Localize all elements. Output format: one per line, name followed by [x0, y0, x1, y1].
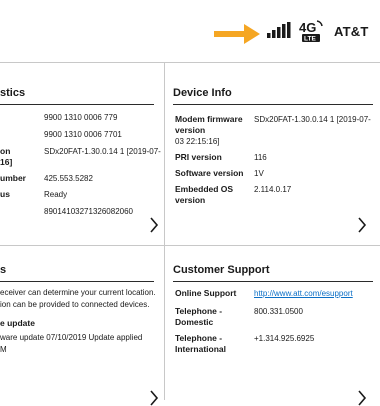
- divider: [0, 245, 380, 246]
- field-label: Modem firmware: [175, 114, 243, 124]
- card-rule: [173, 281, 373, 282]
- chevron-right-icon[interactable]: [357, 217, 367, 233]
- field-value: 89014103271326082060: [44, 207, 133, 216]
- card-title: stics: [0, 87, 26, 99]
- field-label: Telephone -: [175, 333, 223, 343]
- field-label: umber: [0, 173, 26, 183]
- card-rule: [173, 104, 373, 105]
- field-value: 2.114.0.17: [254, 185, 292, 194]
- field-label: Embedded OS: [175, 184, 234, 194]
- divider: [0, 62, 380, 63]
- card-title: Device Info: [173, 87, 232, 99]
- carrier-name: AT&T: [334, 24, 369, 39]
- chevron-right-icon[interactable]: [149, 390, 159, 406]
- field-label: International: [175, 344, 227, 354]
- card-title: Customer Support: [173, 264, 270, 276]
- field-value: 116: [254, 153, 267, 162]
- phone-international: +1.314.925.6925: [254, 334, 315, 343]
- field-label: 16]: [0, 157, 13, 167]
- field-label: on: [0, 146, 11, 156]
- network-badge-bottom: LTE: [304, 36, 316, 43]
- card-rule: [0, 104, 154, 105]
- body-text: ion can be provided to connected devices…: [0, 300, 150, 309]
- chevron-right-icon[interactable]: [357, 390, 367, 406]
- field-value: 03 22:15:16]: [175, 137, 220, 146]
- field-label: Online Support: [175, 288, 237, 298]
- card-rule: [0, 281, 154, 282]
- body-text: ware update 07/10/2019 Update applied: [0, 333, 143, 342]
- field-label: us: [0, 189, 10, 199]
- arrow-right-icon: [214, 24, 260, 44]
- card-title: s: [0, 264, 7, 276]
- field-label: version: [175, 125, 206, 135]
- support-link[interactable]: http://www.att.com/esupport: [254, 288, 353, 299]
- body-text: eceiver can determine your current locat…: [0, 288, 156, 297]
- field-label: Domestic: [175, 317, 214, 327]
- section-heading: e update: [0, 318, 35, 328]
- field-value: SDx20FAT-1.30.0.14 1 [2019-07-: [44, 147, 161, 156]
- status-header: 4G LTE AT&T: [0, 0, 380, 62]
- field-value: 9900 1310 0006 779: [44, 113, 118, 122]
- body-text: M: [0, 345, 7, 354]
- field-value: SDx20FAT-1.30.0.14 1 [2019-07-: [254, 115, 371, 124]
- network-badge-top: 4G: [299, 20, 316, 35]
- divider: [164, 63, 165, 400]
- chevron-right-icon[interactable]: [149, 217, 159, 233]
- field-label: version: [175, 195, 206, 205]
- field-label: PRI version: [175, 152, 222, 162]
- phone-domestic: 800.331.0500: [254, 307, 303, 316]
- field-label: Software version: [175, 168, 244, 178]
- field-value: 425.553.5282: [44, 174, 93, 183]
- field-label: Telephone -: [175, 306, 223, 316]
- 4g-lte-icon: 4G LTE: [299, 20, 323, 43]
- field-value: Ready: [44, 190, 68, 199]
- field-value: 9900 1310 0006 7701: [44, 130, 122, 139]
- field-value: 1V: [254, 169, 264, 178]
- signal-bars-icon: [267, 22, 291, 38]
